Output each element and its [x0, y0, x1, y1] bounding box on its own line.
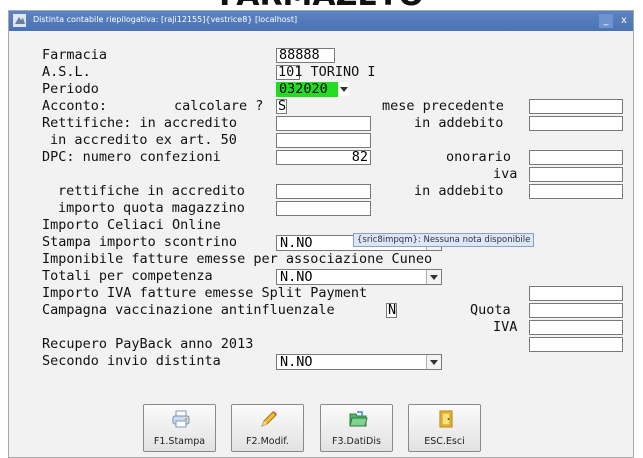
accredito-art50-label: in accredito ex art. 50 [50, 132, 237, 148]
farmacia-label: Farmacia [42, 47, 108, 63]
payback-field[interactable] [529, 337, 623, 352]
dialog-window: Distinta contabile riepilogativa: [raji1… [8, 10, 634, 458]
secondo-invio-label: Secondo invio distinta [42, 353, 221, 369]
iva-split-field[interactable] [529, 286, 623, 301]
rettifiche-accredito-field[interactable] [276, 116, 371, 131]
in-addebito2-label: in addebito [414, 183, 504, 199]
title-bar[interactable]: Distinta contabile riepilogativa: [raji1… [9, 11, 633, 31]
celiaci-label: Importo Celiaci Online [42, 217, 221, 233]
asl-value: 101 TORINO I [278, 64, 376, 80]
exit-door-icon [439, 410, 453, 428]
quota-label: Quota [470, 302, 511, 318]
totali-competenza-label: Totali per competenza [42, 268, 213, 284]
printer-icon [172, 410, 190, 428]
esci-button[interactable]: ESC.Esci [408, 404, 481, 452]
iva2-label: IVA [493, 319, 518, 335]
quota-magazzino-field[interactable] [276, 201, 371, 216]
dpc-field[interactable]: 82 [276, 150, 371, 165]
periodo-label: Periodo [42, 81, 99, 97]
farmacia-field[interactable]: 88888 [276, 48, 335, 63]
in-addebito-label: in addebito [414, 115, 504, 131]
minimize-button[interactable]: _ [599, 14, 613, 28]
vaccinazione-label: Campagna vaccinazione antinfluenzale [42, 302, 335, 318]
rettifiche-label: Rettifiche: in accredito [42, 115, 238, 131]
secondo-invio-value: N.NO [280, 354, 313, 370]
calcolare-field[interactable]: S [276, 99, 287, 114]
asl-label: A.S.L. [42, 64, 91, 80]
stampa-button-label: F1.Stampa [153, 436, 206, 447]
stampa-scontrino-label: Stampa importo scontrino [42, 234, 238, 250]
close-button[interactable]: x [617, 14, 631, 28]
window-title: Distinta contabile riepilogativa: [raji1… [33, 15, 298, 24]
modifica-button-label: F2.Modif. [246, 436, 289, 447]
iva-field[interactable] [529, 167, 623, 182]
secondo-invio-select[interactable]: N.NO [276, 354, 442, 370]
pencil-icon [261, 411, 277, 427]
modifica-button[interactable]: F2.Modif. [231, 404, 304, 452]
payback-label: Recupero PayBack anno 2013 [42, 336, 254, 352]
mese-precedente-label: mese precedente [382, 98, 504, 114]
iva2-field[interactable] [529, 320, 623, 335]
stampa-button[interactable]: F1.Stampa [143, 404, 216, 452]
folder-icon [349, 411, 368, 427]
imponibile-cuneo-label: Imponibile fatture emesse per associazio… [42, 251, 433, 267]
stampa-scontrino-value: N.NO [280, 235, 313, 251]
rettifiche-addebito-field[interactable] [529, 116, 623, 131]
calcolare-label: calcolare ? [174, 98, 264, 114]
esci-button-label: ESC.Esci [424, 436, 465, 447]
app-icon [13, 14, 26, 27]
datidis-button[interactable]: F3.DatiDis [320, 404, 393, 452]
totali-competenza-select[interactable]: N.NO [276, 269, 442, 285]
rettifiche-accredito-label: rettifiche in accredito [58, 183, 245, 199]
iva-label: iva [493, 166, 518, 182]
tooltip: {sric8impqm}: Nessuna nota disponibile [353, 233, 535, 247]
dpc-label: DPC: numero confezioni [42, 149, 221, 165]
totali-competenza-value: N.NO [280, 269, 313, 285]
datidis-button-label: F3.DatiDis [332, 436, 381, 447]
acconto-label: Acconto: [42, 98, 108, 114]
periodo-field[interactable]: 032020 [276, 82, 338, 97]
periodo-dropdown-arrow[interactable] [339, 82, 349, 96]
mese-precedente-field[interactable] [529, 99, 623, 114]
dpc-rettifiche-accredito-field[interactable] [276, 184, 371, 199]
dpc-addebito-field[interactable] [529, 184, 623, 199]
quota-field[interactable] [529, 303, 623, 318]
chevron-down-icon[interactable] [426, 270, 441, 284]
vaccinazione-field[interactable]: N [386, 303, 397, 318]
accredito-art50-field[interactable] [276, 133, 371, 148]
onorario-field[interactable] [529, 150, 623, 165]
iva-split-label: Importo IVA fatture emesse Split Payment [42, 285, 368, 301]
chevron-down-icon[interactable] [426, 355, 441, 369]
quota-magazzino-label: importo quota magazzino [58, 200, 245, 216]
onorario-label: onorario [446, 149, 512, 165]
